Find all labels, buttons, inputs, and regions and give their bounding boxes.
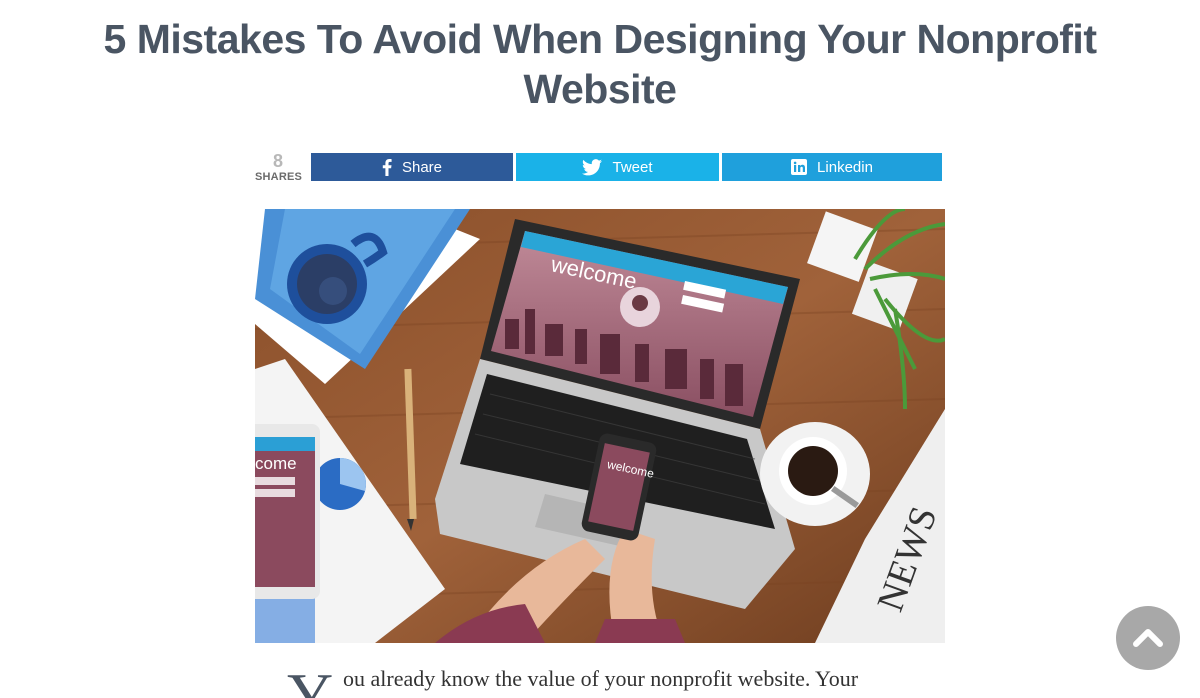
share-count: 8 SHARES	[255, 151, 303, 184]
linkedin-share-button[interactable]: Linkedin	[722, 153, 942, 181]
coffee-cup	[760, 422, 870, 526]
twitter-tweet-label: Tweet	[612, 158, 653, 176]
scroll-to-top-button[interactable]	[1116, 606, 1180, 670]
facebook-icon	[382, 158, 392, 176]
share-count-number: 8	[272, 151, 283, 171]
tablet: come	[255, 424, 320, 599]
chevron-up-icon	[1133, 625, 1163, 652]
twitter-bird-icon	[582, 158, 603, 176]
facebook-share-button[interactable]: Share	[311, 153, 513, 181]
article-page: 5 Mistakes To Avoid When Designing Your …	[0, 0, 1200, 698]
facebook-share-label: Share	[401, 158, 443, 176]
article-title: 5 Mistakes To Avoid When Designing Your …	[103, 16, 1097, 112]
linkedin-icon	[791, 159, 808, 175]
article-intro: Y ou already know the value of your nonp…	[287, 658, 927, 698]
hero-image: come welcome welcome NEWS	[255, 209, 945, 643]
intro-dropcap: Y	[287, 660, 334, 698]
twitter-tweet-button[interactable]: Tweet	[516, 153, 719, 181]
intro-text: ou already know the value of your nonpro…	[343, 666, 859, 691]
linkedin-share-label: Linkedin	[817, 158, 873, 176]
share-count-label: SHARES	[255, 171, 303, 183]
tablet-screen-text: come	[255, 454, 297, 473]
